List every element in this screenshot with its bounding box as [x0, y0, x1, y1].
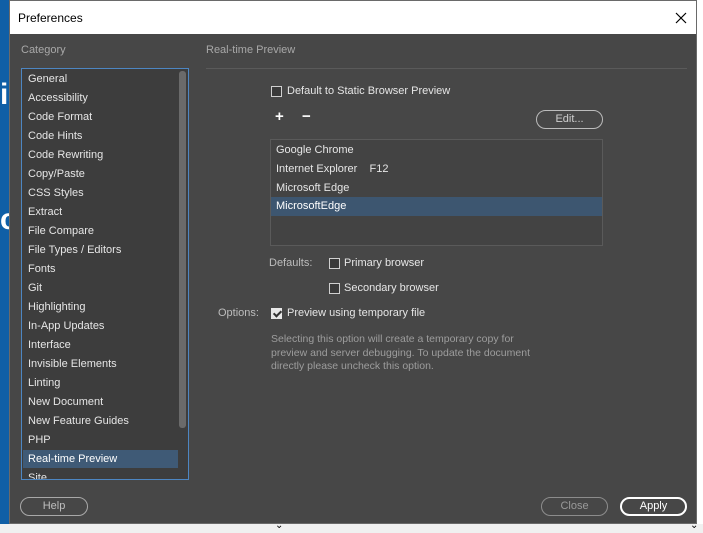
category-item-linting[interactable]: Linting	[23, 374, 178, 392]
category-item-fonts[interactable]: Fonts	[23, 260, 178, 278]
category-item-file-compare[interactable]: File Compare	[23, 222, 178, 240]
category-item-php[interactable]: PHP	[23, 431, 178, 449]
category-item-new-feature-guides[interactable]: New Feature Guides	[23, 412, 178, 430]
close-window-button[interactable]	[666, 1, 696, 34]
category-item-code-format[interactable]: Code Format	[23, 108, 178, 126]
category-item-invisible-elements[interactable]: Invisible Elements	[23, 355, 178, 373]
section-divider	[206, 68, 687, 69]
temp-file-checkbox[interactable]	[271, 308, 282, 319]
category-item-real-time-preview[interactable]: Real-time Preview	[23, 450, 178, 468]
preferences-dialog: Preferences Category General Accessibili…	[9, 0, 697, 524]
background-glyph: i	[0, 78, 9, 111]
category-item-git[interactable]: Git	[23, 279, 178, 297]
browser-item-google-chrome[interactable]: Google Chrome	[271, 141, 602, 160]
category-item-site[interactable]: Site	[23, 469, 178, 479]
secondary-browser-checkbox[interactable]	[329, 283, 340, 294]
browser-list[interactable]: Google Chrome Internet Explorer F12 Micr…	[270, 139, 603, 246]
defaults-label: Defaults:	[269, 257, 313, 269]
primary-browser-label: Primary browser	[344, 257, 425, 269]
category-item-highlighting[interactable]: Highlighting	[23, 298, 178, 316]
secondary-browser-label: Secondary browser	[344, 282, 439, 294]
close-button[interactable]: Close	[541, 497, 608, 516]
edit-browser-button[interactable]: Edit...	[536, 110, 603, 129]
options-label: Options:	[218, 307, 259, 319]
close-icon	[675, 12, 687, 23]
temp-file-label: Preview using temporary file	[287, 307, 426, 319]
background-bottom-strip	[0, 524, 703, 533]
category-item-code-rewriting[interactable]: Code Rewriting	[23, 146, 178, 164]
remove-browser-button[interactable]: −	[302, 108, 311, 125]
category-item-code-hints[interactable]: Code Hints	[23, 127, 178, 145]
browser-item-microsoftedge[interactable]: MicrosoftEdge	[271, 197, 602, 216]
category-heading: Category	[21, 44, 66, 56]
category-scrollbar[interactable]	[179, 71, 186, 428]
section-title: Real-time Preview	[206, 44, 296, 56]
title-bar: Preferences	[10, 1, 696, 34]
temp-file-description: Selecting this option will create a temp…	[271, 333, 530, 372]
category-item-interface[interactable]: Interface	[23, 336, 178, 354]
category-item-file-types-editors[interactable]: File Types / Editors	[23, 241, 178, 259]
category-item-extract[interactable]: Extract	[23, 203, 178, 221]
static-preview-checkbox[interactable]	[271, 86, 282, 97]
category-item-accessibility[interactable]: Accessibility	[23, 89, 178, 107]
apply-button[interactable]: Apply	[620, 497, 687, 516]
window-title: Preferences	[18, 11, 83, 25]
static-preview-label: Default to Static Browser Preview	[287, 85, 451, 97]
browser-item-microsoft-edge[interactable]: Microsoft Edge	[271, 179, 602, 198]
category-item-general[interactable]: General	[23, 70, 178, 88]
add-browser-button[interactable]: +	[275, 108, 284, 125]
category-item-in-app-updates[interactable]: In-App Updates	[23, 317, 178, 335]
category-item-new-document[interactable]: New Document	[23, 393, 178, 411]
browser-item-internet-explorer[interactable]: Internet Explorer F12	[271, 160, 602, 179]
primary-browser-checkbox[interactable]	[329, 258, 340, 269]
category-item-css-styles[interactable]: CSS Styles	[23, 184, 178, 202]
help-button[interactable]: Help	[20, 497, 88, 516]
category-list[interactable]: General Accessibility Code Format Code H…	[21, 68, 189, 480]
category-item-copy-paste[interactable]: Copy/Paste	[23, 165, 178, 183]
